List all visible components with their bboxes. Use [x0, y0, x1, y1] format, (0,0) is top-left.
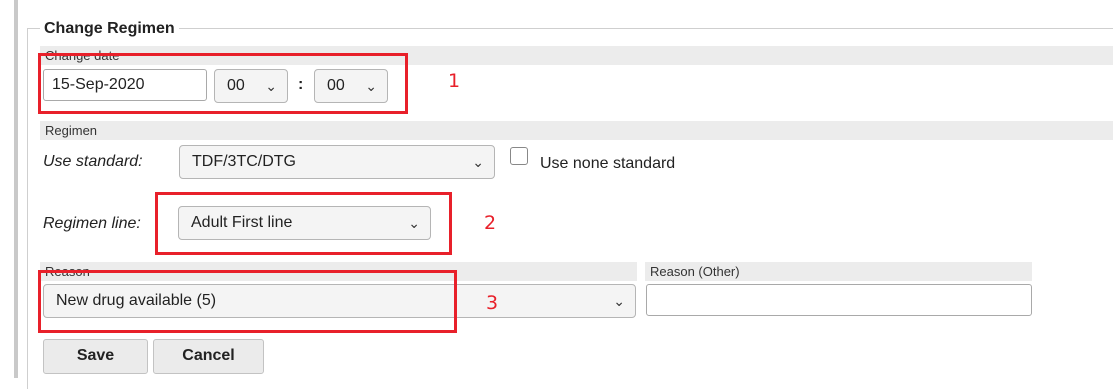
reason-other-label: Reason (Other) — [645, 262, 1032, 281]
use-standard-select-value: TDF/3TC/DTG — [192, 153, 296, 170]
annotation-number-1: 1 — [448, 70, 461, 92]
chevron-down-icon: ⌄ — [613, 293, 625, 309]
cancel-button[interactable]: Cancel — [153, 339, 264, 374]
annotation-number-3: 3 — [486, 292, 499, 314]
regimen-line-label: Regimen line: — [43, 215, 141, 232]
annotation-box-1 — [38, 53, 408, 114]
use-standard-label: Use standard: — [43, 153, 143, 170]
save-button[interactable]: Save — [43, 339, 148, 374]
use-none-standard-checkbox[interactable] — [510, 147, 528, 165]
annotation-box-3 — [38, 270, 457, 333]
use-standard-select[interactable]: TDF/3TC/DTG ⌄ — [179, 145, 495, 179]
left-border-rule — [14, 0, 18, 378]
annotation-number-2: 2 — [484, 212, 497, 234]
fieldset-legend: Change Regimen — [40, 19, 179, 39]
regimen-section-label: Regimen — [40, 121, 1113, 140]
use-none-standard-label: Use none standard — [540, 155, 676, 172]
chevron-down-icon: ⌄ — [472, 154, 484, 170]
annotation-box-2 — [155, 192, 452, 255]
reason-other-input[interactable] — [646, 284, 1032, 316]
